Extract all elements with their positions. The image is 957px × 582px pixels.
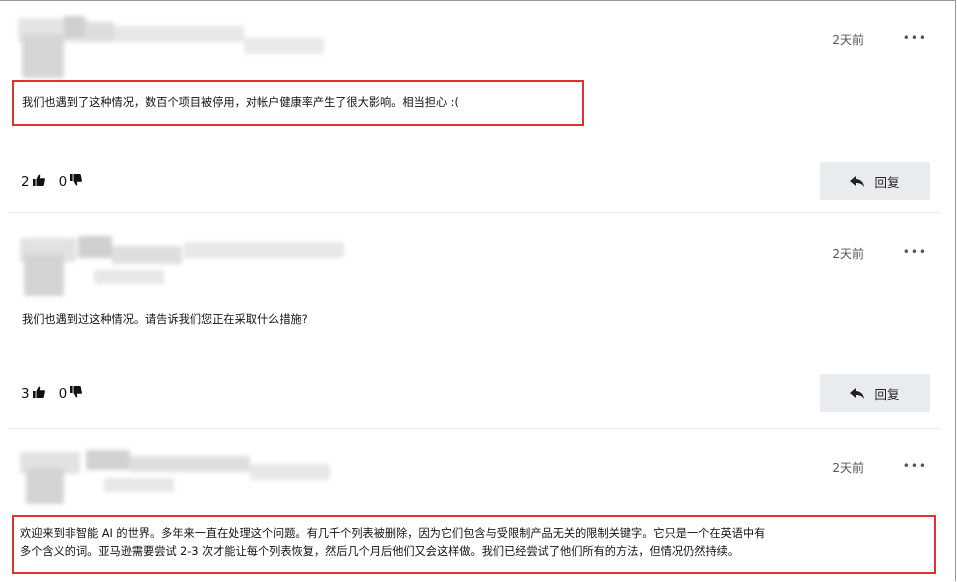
author-avatar-blurred (4, 12, 344, 82)
comment-text-line: 多个含义的词。亚马逊需要尝试 2-3 次才能让每个列表恢复，然后几个月后他们又会… (20, 545, 740, 558)
comment-text: 欢迎来到非智能 AI 的世界。多年来一直在处理这个问题。有几千个列表被删除，因为… (20, 525, 765, 561)
author-avatar-blurred (4, 444, 344, 504)
like-count: 2 (21, 174, 30, 190)
thumbs-up-icon[interactable] (32, 174, 45, 190)
thumbs-up-icon[interactable] (32, 386, 45, 402)
more-options-icon[interactable]: ••• (903, 31, 927, 45)
more-options-icon[interactable]: ••• (903, 459, 927, 473)
vote-controls: 2 0 (21, 174, 83, 190)
dislike-count: 0 (58, 174, 68, 190)
reply-button[interactable]: 回复 (820, 162, 930, 200)
comment-text: 我们也遇到过这种情况。请告诉我们您正在采取什么措施? (22, 313, 308, 326)
reply-button[interactable]: 回复 (820, 374, 930, 412)
thumbs-down-icon[interactable] (70, 386, 83, 402)
reply-arrow-icon (850, 387, 865, 399)
comment-divider (8, 212, 939, 213)
thumbs-down-icon[interactable] (70, 174, 83, 190)
comment-time: 2天前 (832, 33, 864, 47)
comment-divider (8, 428, 939, 429)
comment-time: 2天前 (832, 247, 864, 261)
dislike-count: 0 (58, 386, 68, 402)
comment-card: 2天前 ••• 我们也遇到了这种情况，数百个项目被停用，对帐户健康率产生了很大影… (0, 0, 957, 214)
comment-text: 我们也遇到了这种情况，数百个项目被停用，对帐户健康率产生了很大影响。相当担心 :… (22, 96, 459, 109)
like-count: 3 (21, 386, 30, 402)
reply-arrow-icon (850, 175, 865, 187)
vote-controls: 3 0 (21, 386, 83, 402)
reply-label: 回复 (874, 174, 900, 190)
comment-card: 2天前 ••• 欢迎来到非智能 AI 的世界。多年来一直在处理这个问题。有几千个… (0, 430, 957, 582)
comment-card: 2天前 ••• 我们也遇到过这种情况。请告诉我们您正在采取什么措施? 3 0 回… (0, 214, 957, 430)
author-avatar-blurred (4, 228, 354, 298)
comment-time: 2天前 (832, 461, 864, 475)
reply-label: 回复 (874, 386, 900, 402)
more-options-icon[interactable]: ••• (903, 245, 927, 259)
comment-text-line: 欢迎来到非智能 AI 的世界。多年来一直在处理这个问题。有几千个列表被删除，因为… (20, 527, 766, 540)
